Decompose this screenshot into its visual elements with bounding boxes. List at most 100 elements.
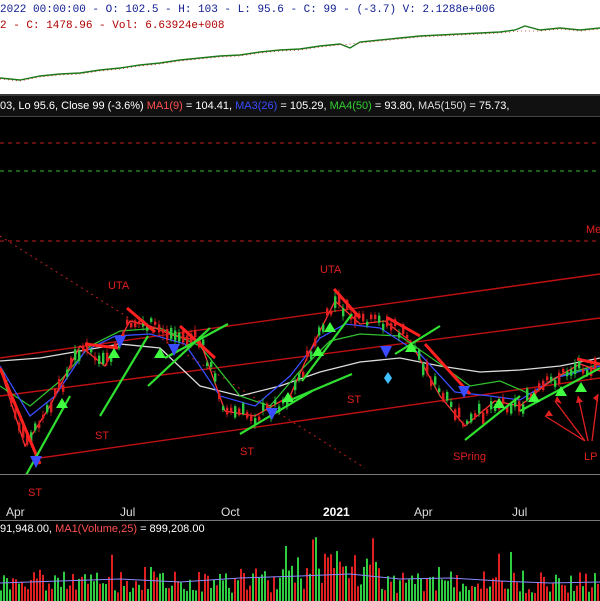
volume-ma-label[interactable]: MA1(Volume,25) [55, 523, 137, 535]
annotation-st-1: ST [95, 430, 110, 442]
annotation-spring: SPring [453, 451, 487, 463]
candle-body [18, 422, 21, 431]
volume-bar [273, 576, 275, 601]
volume-bar [594, 573, 596, 601]
candle-body [554, 380, 557, 387]
volume-bar [447, 580, 449, 601]
volume-bar [63, 571, 65, 601]
volume-bar [486, 588, 488, 601]
candle-body [418, 349, 421, 360]
ma5-label[interactable]: MA5(150) [418, 100, 466, 112]
volume-bar [450, 571, 452, 601]
volume-bar [537, 582, 539, 601]
volume-bar [90, 574, 92, 601]
axis-label-apr-2021: Apr [414, 505, 433, 519]
volume-bar [234, 578, 236, 601]
volume-bar [369, 564, 371, 601]
volume-bar [309, 573, 311, 601]
candle-body [154, 321, 157, 325]
candle-body [390, 323, 393, 331]
volume-bar [162, 572, 164, 601]
volume-bar [72, 574, 74, 601]
candle-body [426, 361, 429, 374]
volume-bar [39, 569, 41, 601]
candle-body [258, 416, 261, 421]
ma1-label[interactable]: MA1(9) [147, 100, 183, 112]
volume-bar [291, 565, 293, 601]
price-chart-canvas[interactable] [0, 96, 600, 474]
candle-body [34, 423, 37, 431]
volume-bar [570, 575, 572, 601]
candle-body [218, 392, 221, 400]
candle-body [446, 391, 449, 401]
volume-bar [96, 572, 98, 601]
candle-body [378, 315, 381, 323]
volume-bar [414, 583, 416, 601]
candle-body [434, 376, 437, 385]
candle-body [582, 369, 585, 374]
candle-body [186, 335, 189, 346]
volume-bar [579, 572, 581, 601]
candle-body [374, 314, 377, 319]
candle-body [66, 369, 69, 377]
candle-body [490, 401, 493, 410]
volume-bar [153, 571, 155, 601]
volume-bar [21, 581, 23, 601]
volume-panel[interactable]: 91,948.00, MA1(Volume,25) = 899,208.00 [0, 520, 600, 601]
candle-body [362, 313, 365, 322]
overview-panel[interactable]: 2022 00:00:00 - O: 102.5 - H: 103 - L: 9… [0, 0, 600, 96]
volume-bar [240, 568, 242, 601]
volume-bar [342, 566, 344, 601]
volume-bar [513, 572, 515, 601]
volume-bar [585, 573, 587, 601]
candle-body [62, 384, 65, 392]
volume-bar [258, 577, 260, 601]
candle-body [194, 329, 197, 338]
candle-body [562, 368, 565, 373]
volume-bar [492, 578, 494, 601]
ma1-line [0, 299, 600, 448]
volume-bar [327, 557, 329, 601]
volume-bar [303, 588, 305, 601]
candle-body [210, 362, 213, 368]
volume-bar [9, 589, 11, 601]
volume-bar [348, 578, 350, 601]
volume-bar [261, 574, 263, 601]
volume-bar [105, 583, 107, 601]
volume-bar [507, 588, 509, 601]
volume-bar [150, 566, 152, 601]
volume-bar [324, 553, 326, 601]
candle-body [126, 319, 129, 325]
price-chart-panel[interactable]: 03, Lo 95.6, Close 99 (-3.6%) MA1(9) = 1… [0, 96, 600, 474]
candle-body [430, 379, 433, 387]
candle-body [158, 324, 161, 333]
axis-label-jul-2021: Jul [512, 505, 528, 519]
volume-bar [558, 578, 560, 601]
annotation-uta-right: UTA [320, 264, 342, 276]
candle-body [526, 388, 529, 401]
ma4-label[interactable]: MA4(50) [330, 100, 372, 112]
candle-body [162, 329, 165, 334]
volume-bar [522, 570, 524, 601]
candle-body [302, 371, 305, 378]
candle-body [386, 316, 389, 327]
overview-info-line-1: 2022 00:00:00 - O: 102.5 - H: 103 - L: 9… [0, 4, 496, 16]
volume-bar [552, 583, 554, 601]
candle-body [566, 371, 569, 377]
volume-bar [339, 561, 341, 601]
volume-bar [543, 576, 545, 601]
annotation-st-2: ST [240, 446, 255, 458]
candle-body [46, 405, 49, 413]
candle-body [226, 407, 229, 415]
volume-bar [318, 568, 320, 601]
ma3-label[interactable]: MA3(26) [235, 100, 277, 112]
volume-bar [27, 589, 29, 601]
candle-body [98, 355, 101, 364]
volume-bar [132, 587, 134, 601]
axis-label-oct-2020: Oct [221, 505, 240, 519]
volume-bars [0, 537, 599, 601]
volume-bar [399, 580, 401, 601]
volume-bar [300, 578, 302, 601]
volume-bar [405, 582, 407, 601]
volume-bar [480, 588, 482, 601]
